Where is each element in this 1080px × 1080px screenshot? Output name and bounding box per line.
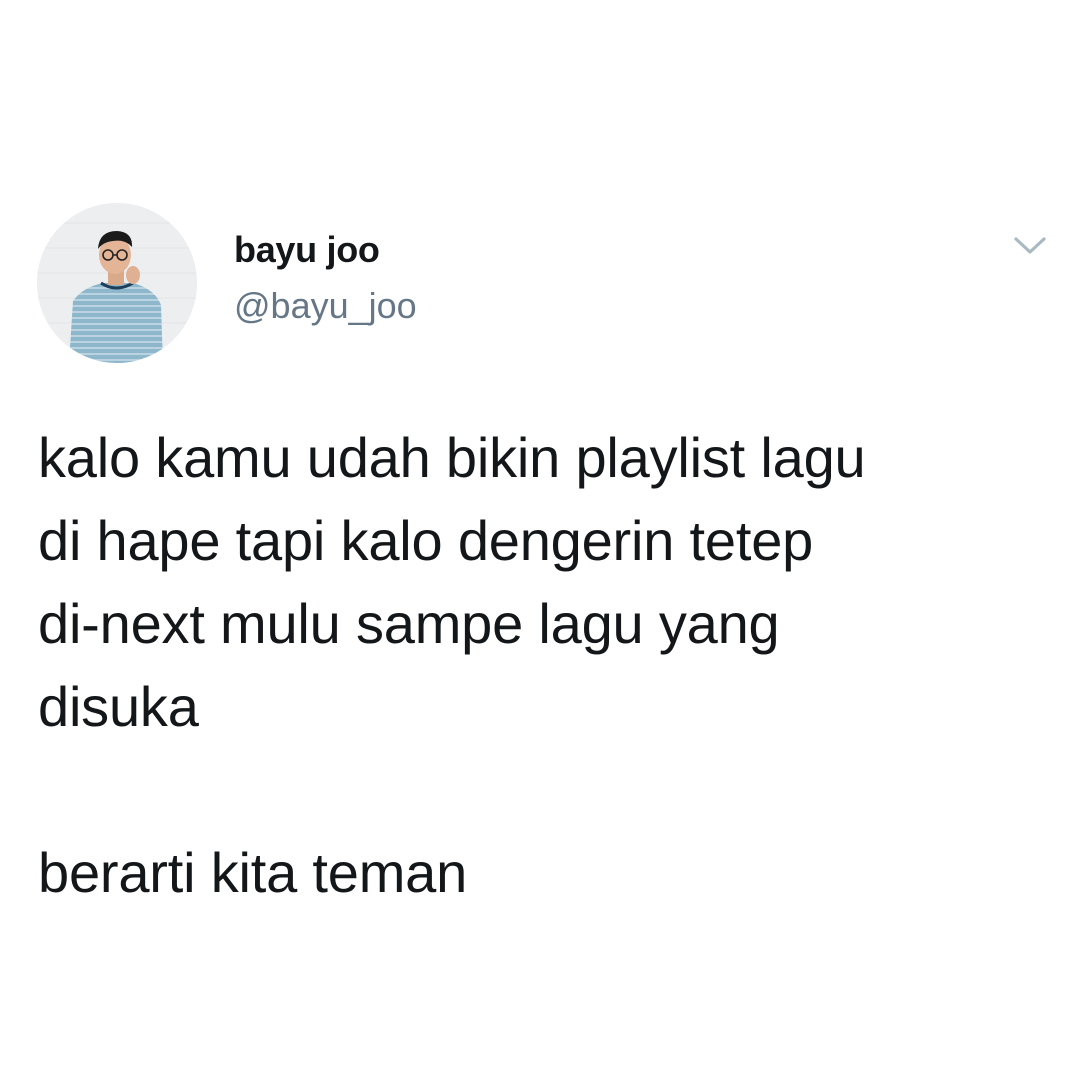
author-block: bayu joo @bayu_joo [234,228,417,328]
tweet-text: kalo kamu udah bikin playlist lagu di ha… [38,426,866,904]
user-photo-avatar-icon [37,203,197,363]
author-handle[interactable]: @bayu_joo [234,284,417,328]
author-avatar[interactable] [37,203,197,363]
author-display-name[interactable]: bayu joo [234,228,417,272]
tweet-card: bayu joo @bayu_joo kalo kamu udah bikin … [0,0,1080,1080]
chevron-down-icon [1014,237,1046,254]
tweet-menu-button[interactable] [1010,230,1050,260]
